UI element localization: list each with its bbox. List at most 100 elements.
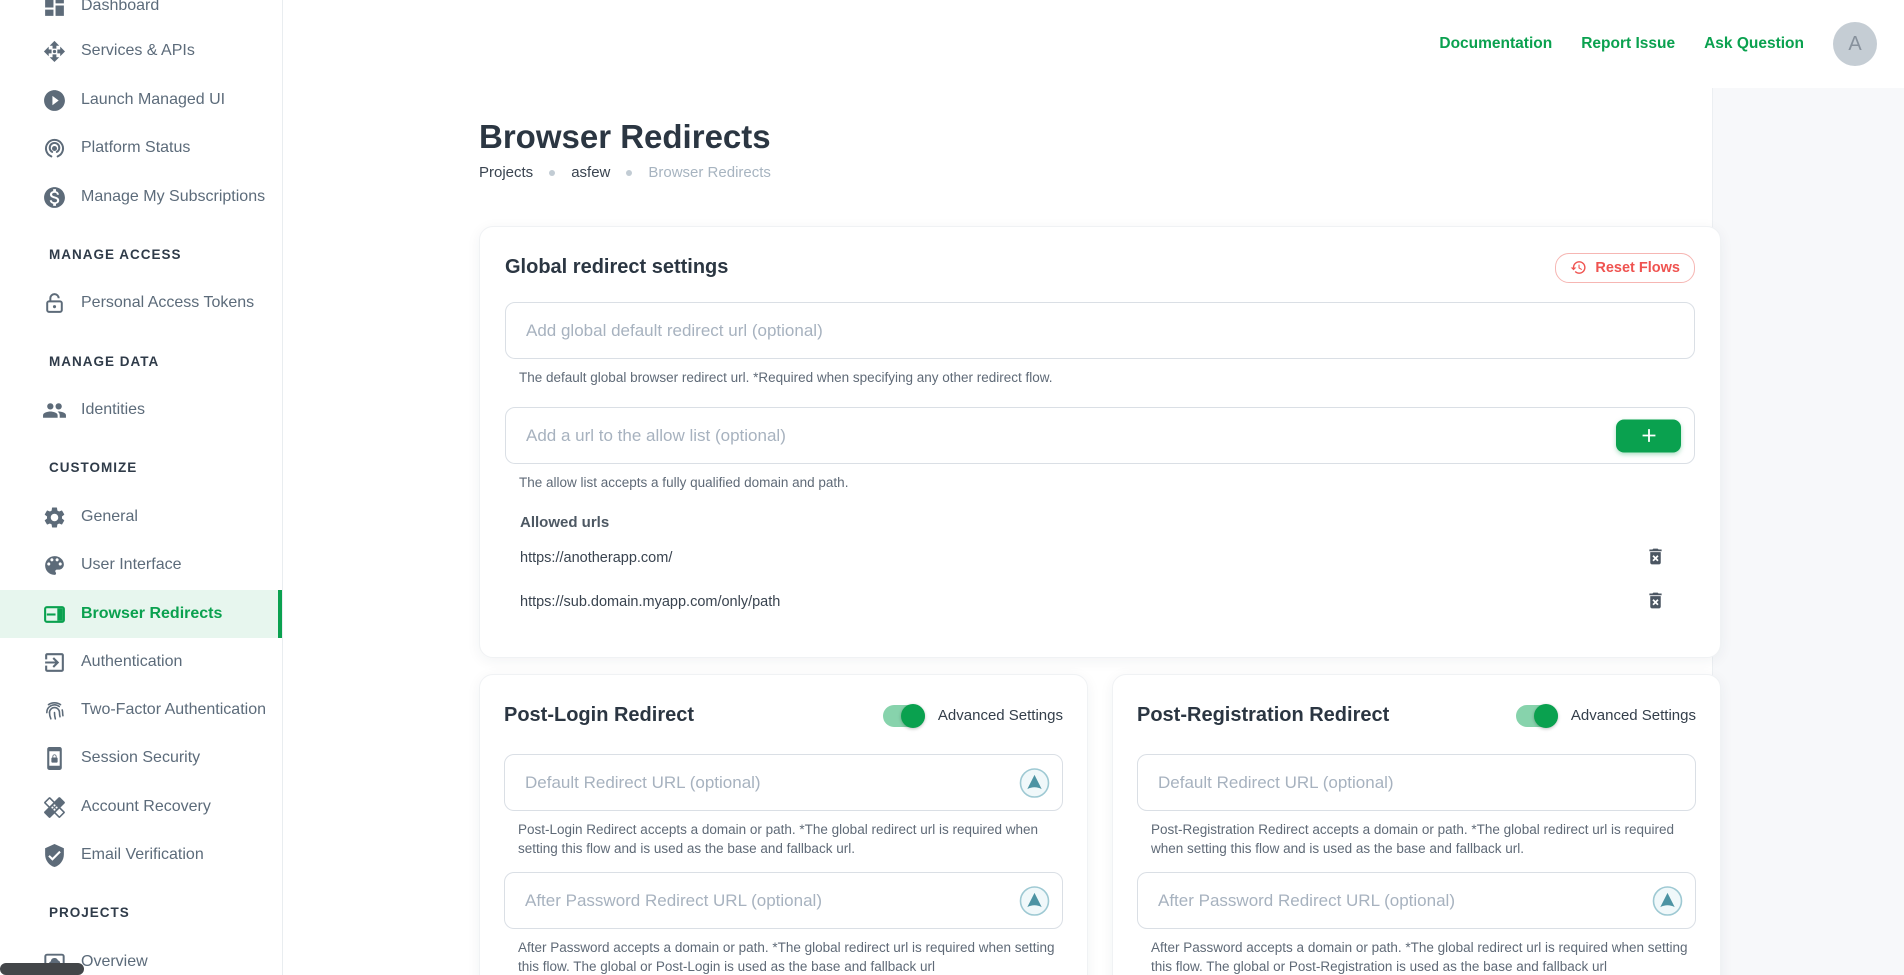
healing-icon (42, 795, 67, 820)
allowed-urls-heading: Allowed urls (520, 514, 1695, 531)
sidebar-item-user-interface[interactable]: User Interface (0, 541, 282, 589)
plus-icon (1638, 425, 1660, 447)
services-arrows-icon (42, 39, 67, 64)
sidebar-item-account-recovery[interactable]: Account Recovery (0, 783, 282, 831)
app-root: Dashboard Services & APIs Launch Managed U… (0, 0, 1904, 975)
post-login-default-input[interactable] (504, 754, 1063, 811)
allowed-urls-section: Allowed urls https://anotherapp.com/http… (520, 514, 1695, 617)
sidebar-item-launch-managed-ui[interactable]: Launch Managed UI (0, 76, 282, 124)
global-card-title: Global redirect settings (505, 256, 728, 279)
mountain-icon[interactable] (1019, 885, 1050, 916)
allow-list-input[interactable] (505, 407, 1695, 464)
ask-question-link[interactable]: Ask Question (1704, 35, 1804, 53)
toggle-knob (1534, 704, 1558, 728)
delete-url-button[interactable] (1643, 590, 1667, 614)
allowed-url-row: https://sub.domain.myapp.com/only/path (520, 587, 1695, 617)
sidebar-item-personal-access-tokens[interactable]: Personal Access Tokens (0, 279, 282, 327)
allowed-url-row: https://anotherapp.com/ (520, 543, 1695, 573)
mountain-icon[interactable] (1652, 885, 1683, 916)
sidebar-item-general[interactable]: General (0, 493, 282, 541)
phone-lock-icon (42, 746, 67, 771)
post-registration-default-input[interactable] (1137, 754, 1696, 811)
sidebar-item-label: Personal Access Tokens (81, 294, 254, 312)
allowed-url-text: https://sub.domain.myapp.com/only/path (520, 594, 780, 610)
right-gutter (1712, 88, 1904, 975)
gear-icon (42, 505, 67, 530)
allow-list-helper: The allow list accepts a fully qualified… (519, 473, 1695, 492)
breadcrumb-separator-icon (626, 170, 632, 176)
horizontal-scrollbar-thumb[interactable] (0, 963, 84, 975)
sidebar-item-two-factor-authentication[interactable]: Two-Factor Authentication (0, 686, 282, 734)
trash-icon (1645, 599, 1666, 614)
post-login-card-title: Post-Login Redirect (504, 704, 883, 727)
sidebar-item-label: General (81, 508, 138, 526)
play-circle-icon (42, 88, 67, 113)
sidebar-item-label: Authentication (81, 653, 182, 671)
advanced-settings-label: Advanced Settings (1571, 707, 1696, 724)
report-issue-link[interactable]: Report Issue (1581, 35, 1675, 53)
sidebar-item-label: Services & APIs (81, 42, 195, 60)
sidebar-item-label: Identities (81, 401, 145, 419)
delete-url-button[interactable] (1643, 546, 1667, 570)
sidebar-item-dashboard[interactable]: Dashboard (0, 0, 282, 30)
post-registration-advanced-toggle[interactable] (1516, 705, 1558, 727)
sidebar-item-label: User Interface (81, 556, 181, 574)
sidebar-item-authentication[interactable]: Authentication (0, 638, 282, 686)
sidebar-section-customize: CUSTOMIZE (0, 457, 282, 477)
advanced-settings-label: Advanced Settings (938, 707, 1063, 724)
sidebar-item-label: Manage My Subscriptions (81, 188, 265, 206)
sidebar-section-projects: PROJECTS (0, 902, 282, 922)
global-default-redirect-input[interactable] (505, 302, 1695, 359)
dashboard-icon (42, 0, 67, 19)
sidebar-item-label: Browser Redirects (81, 605, 222, 623)
lock-icon (42, 291, 67, 316)
breadcrumb-projects[interactable]: Projects (479, 164, 533, 181)
breadcrumb-separator-icon (549, 170, 555, 176)
global-redirect-settings-card: Global redirect settings Reset Flows The… (479, 226, 1721, 658)
main-content: Browser Redirects Projects asfew Browser… (283, 0, 1712, 975)
add-allow-url-button[interactable] (1616, 419, 1681, 452)
fingerprint-icon (42, 698, 67, 723)
page-title: Browser Redirects (479, 118, 771, 156)
post-login-advanced-toggle[interactable] (883, 705, 925, 727)
restore-icon (1570, 259, 1587, 276)
sidebar: Dashboard Services & APIs Launch Managed U… (0, 0, 283, 975)
sidebar-item-label: Dashboard (81, 0, 159, 15)
documentation-link[interactable]: Documentation (1439, 35, 1552, 53)
podcast-icon (42, 136, 67, 161)
sidebar-item-session-security[interactable]: Session Security (0, 734, 282, 782)
breadcrumb: Projects asfew Browser Redirects (479, 164, 771, 181)
sidebar-item-label: Overview (81, 953, 148, 971)
post-registration-after-password-input[interactable] (1137, 872, 1696, 929)
people-icon (42, 398, 67, 423)
sidebar-item-label: Account Recovery (81, 798, 211, 816)
sidebar-section-manage-access: MANAGE ACCESS (0, 244, 282, 264)
post-login-after-password-input[interactable] (504, 872, 1063, 929)
sidebar-item-services-apis[interactable]: Services & APIs (0, 27, 282, 75)
sidebar-item-manage-my-subscriptions[interactable]: Manage My Subscriptions (0, 173, 282, 221)
sidebar-item-email-verification[interactable]: Email Verification (0, 831, 282, 879)
sidebar-item-label: Platform Status (81, 139, 190, 157)
avatar[interactable]: A (1833, 22, 1877, 66)
sidebar-item-identities[interactable]: Identities (0, 386, 282, 434)
sidebar-item-label: Launch Managed UI (81, 91, 225, 109)
post-login-redirect-card: Post-Login RedirectAdvanced SettingsPost… (479, 674, 1088, 975)
top-bar: Documentation Report Issue Ask Question … (283, 0, 1904, 88)
allowed-url-text: https://anotherapp.com/ (520, 550, 672, 566)
trash-icon (1645, 555, 1666, 570)
browser-window-icon (42, 602, 67, 627)
sidebar-item-browser-redirects[interactable]: Browser Redirects (0, 590, 282, 638)
post-login-after-password-helper: After Password accepts a domain or path.… (518, 938, 1063, 975)
sidebar-section-manage-data: MANAGE DATA (0, 351, 282, 371)
global-default-helper: The default global browser redirect url.… (519, 368, 1695, 387)
toggle-knob (901, 704, 925, 728)
breadcrumb-project-name[interactable]: asfew (571, 164, 610, 181)
breadcrumb-current: Browser Redirects (648, 164, 771, 181)
reset-flows-label: Reset Flows (1595, 260, 1680, 276)
sidebar-item-platform-status[interactable]: Platform Status (0, 124, 282, 172)
post-registration-default-helper: Post-Registration Redirect accepts a dom… (1151, 820, 1696, 858)
login-arrow-icon (42, 650, 67, 675)
reset-flows-button[interactable]: Reset Flows (1555, 253, 1695, 283)
mountain-icon[interactable] (1019, 767, 1050, 798)
palette-icon (42, 553, 67, 578)
